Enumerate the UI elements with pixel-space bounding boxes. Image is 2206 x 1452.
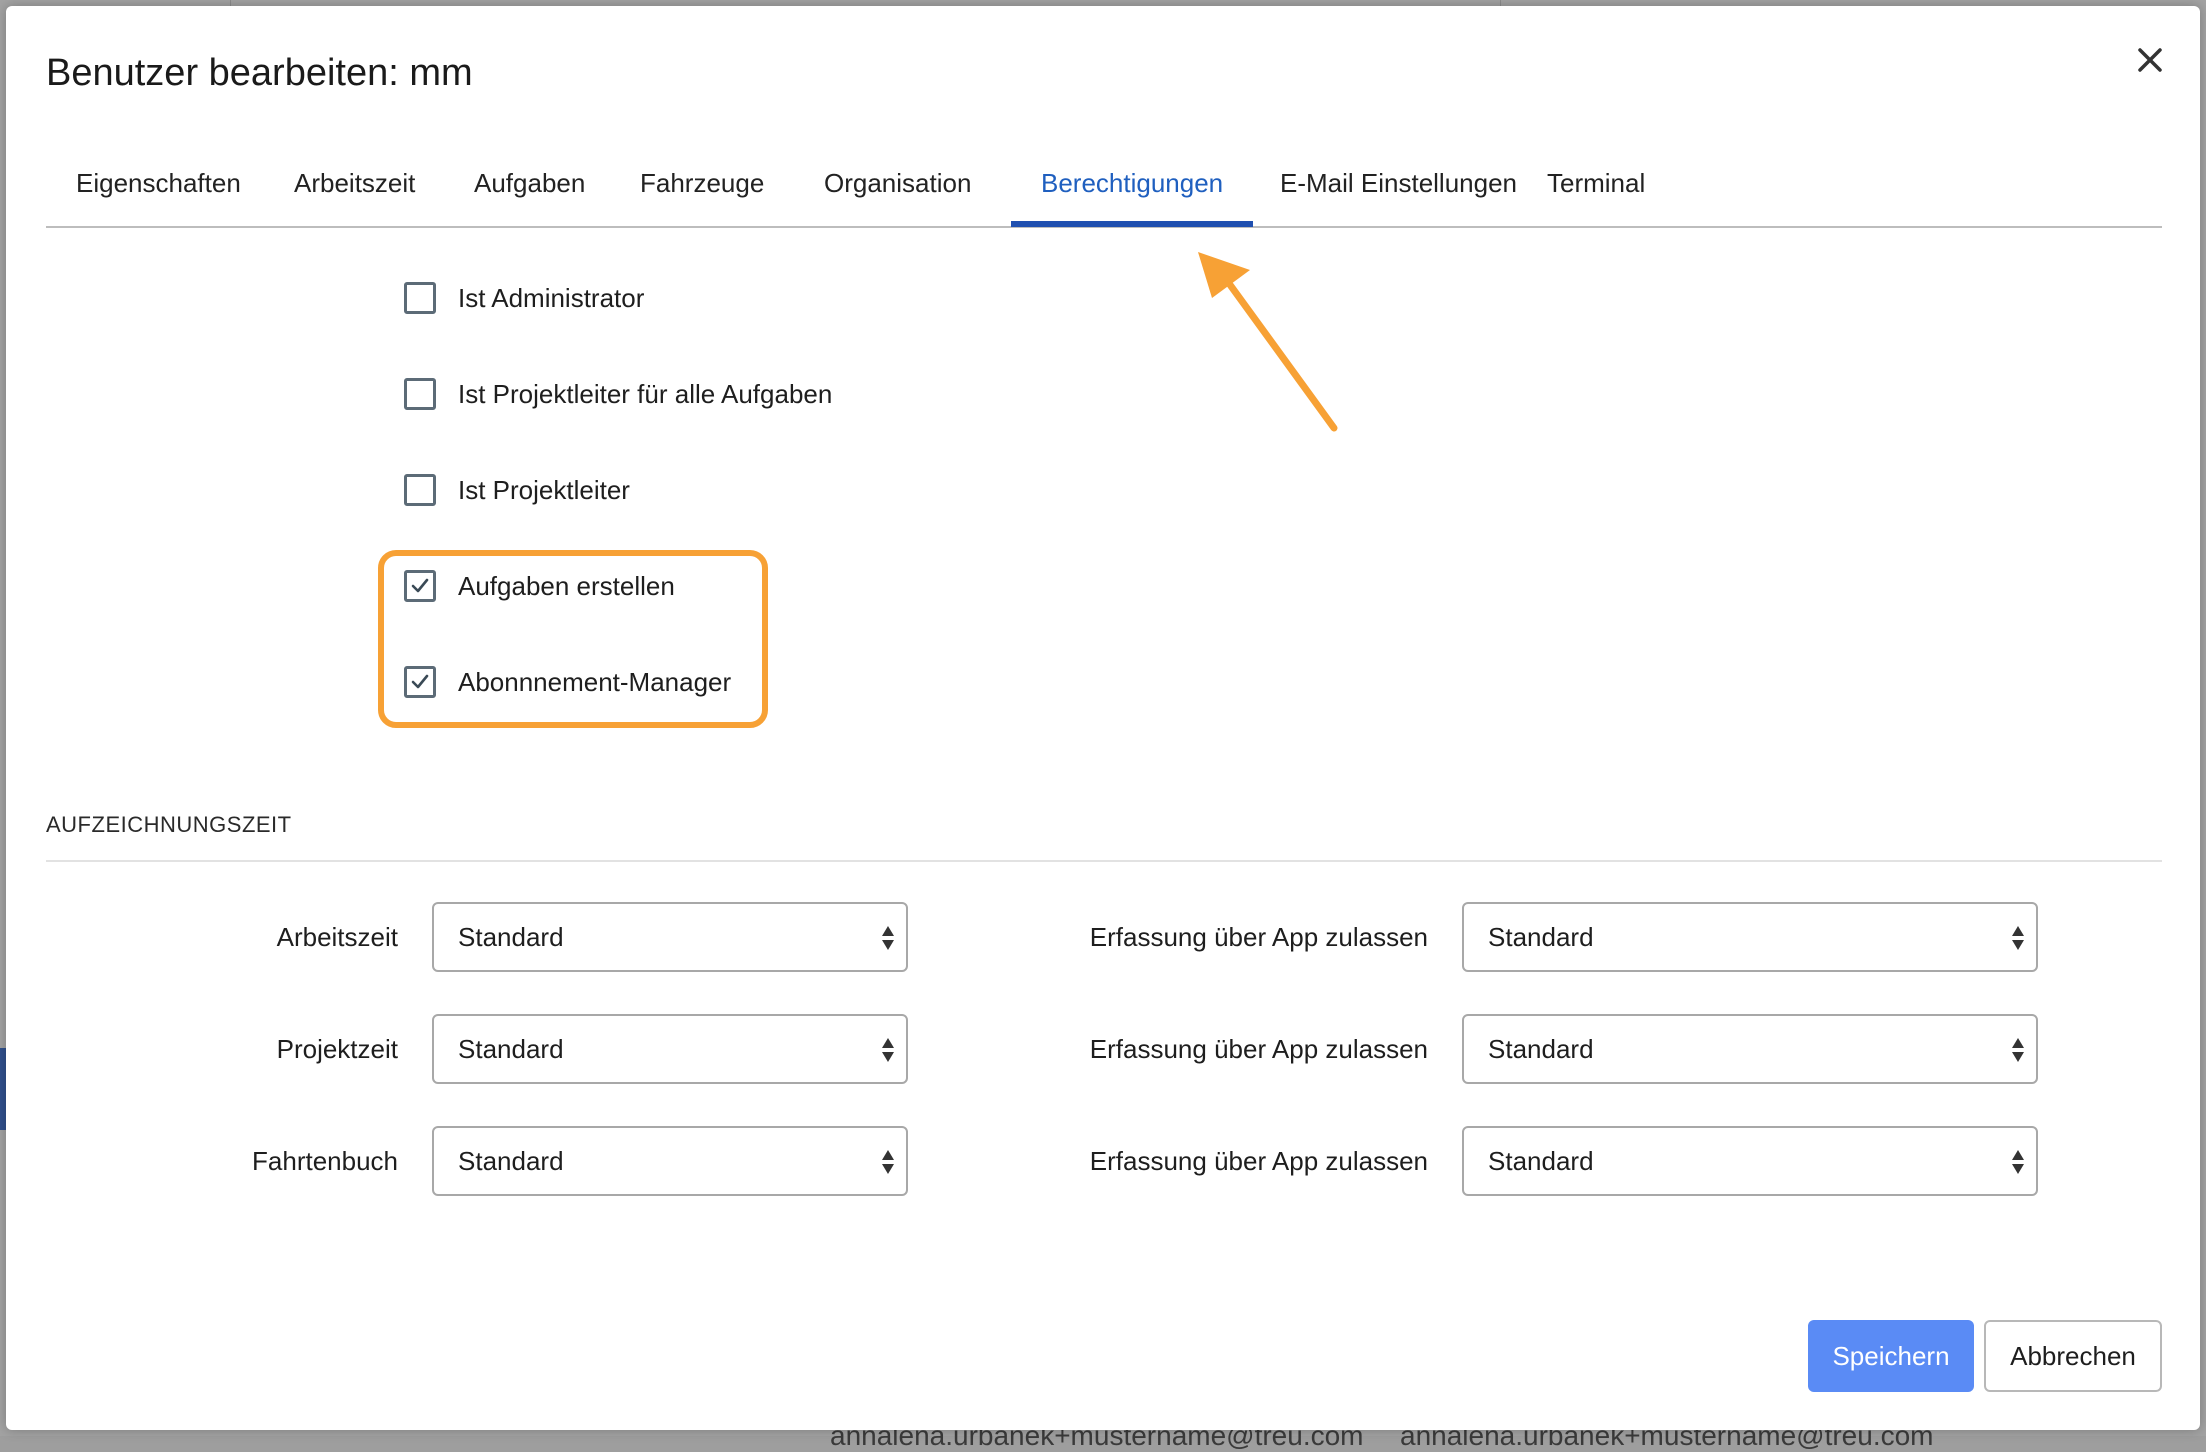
permission-label: Ist Projektleiter für alle Aufgaben <box>458 378 833 409</box>
tab-berechtigungen[interactable]: Berechtigungen <box>1011 166 1254 227</box>
checkmark-icon <box>411 578 429 593</box>
permission-label: Ist Administrator <box>458 282 645 313</box>
permission-create-tasks[interactable]: Aufgaben erstellen <box>404 566 675 606</box>
tab-bar: Eigenschaften Arbeitszeit Aufgaben Fahrz… <box>46 156 2162 228</box>
checkmark-icon <box>411 674 429 689</box>
select-arbeitszeit[interactable]: Standard <box>432 902 908 972</box>
save-button[interactable]: Speichern <box>1808 1320 1974 1392</box>
select-fahrtenbuch[interactable]: Standard <box>432 1126 908 1196</box>
select-arrows-icon <box>2012 1150 2024 1174</box>
select-value: Standard <box>1488 1034 1594 1064</box>
select-arrows-icon <box>2012 926 2024 950</box>
label-app-erfassung: Erfassung über App zulassen <box>1089 1146 1428 1176</box>
select-value: Standard <box>1488 1146 1594 1176</box>
modal-title: Benutzer bearbeiten: mm <box>46 52 473 94</box>
permission-project-lead[interactable]: Ist Projektleiter <box>404 470 630 510</box>
select-projektzeit[interactable]: Standard <box>432 1014 908 1084</box>
permission-admin[interactable]: Ist Administrator <box>404 278 644 318</box>
select-value: Standard <box>458 1146 564 1176</box>
checkbox-unchecked[interactable] <box>404 474 436 506</box>
edit-user-modal: Benutzer bearbeiten: mm Eigenschaften Ar… <box>6 6 2200 1430</box>
select-value: Standard <box>458 922 564 952</box>
label-projektzeit: Projektzeit <box>276 1034 398 1064</box>
label-app-erfassung: Erfassung über App zulassen <box>1089 922 1428 952</box>
label-app-erfassung: Erfassung über App zulassen <box>1089 1034 1428 1064</box>
label-fahrtenbuch: Fahrtenbuch <box>252 1146 398 1176</box>
tab-arbeitszeit[interactable]: Arbeitszeit <box>264 166 445 224</box>
tab-email-einstellungen[interactable]: E-Mail Einstellungen <box>1250 166 1547 224</box>
section-title: AUFZEICHNUNGSZEIT <box>46 812 292 837</box>
cancel-button[interactable]: Abbrechen <box>1984 1320 2162 1392</box>
close-icon <box>2138 48 2162 72</box>
permission-label: Aufgaben erstellen <box>458 570 675 601</box>
permission-label: Abonnnement-Manager <box>458 666 732 697</box>
select-app-arbeitszeit[interactable]: Standard <box>1462 902 2038 972</box>
checkbox-unchecked[interactable] <box>404 378 436 410</box>
permission-label: Ist Projektleiter <box>458 474 630 505</box>
annotation-arrow-icon <box>1198 252 1338 432</box>
select-arrows-icon <box>882 1038 894 1062</box>
tab-terminal[interactable]: Terminal <box>1517 166 1675 224</box>
select-value: Standard <box>1488 922 1594 952</box>
select-arrows-icon <box>882 1150 894 1174</box>
section-divider <box>46 860 2162 862</box>
label-arbeitszeit: Arbeitszeit <box>276 922 398 952</box>
checkbox-checked[interactable] <box>404 570 436 602</box>
permission-subscription-manager[interactable]: Abonnnement-Manager <box>404 662 731 702</box>
select-value: Standard <box>458 1034 564 1064</box>
select-app-projektzeit[interactable]: Standard <box>1462 1014 2038 1084</box>
tab-organisation[interactable]: Organisation <box>794 166 1001 224</box>
checkbox-checked[interactable] <box>404 666 436 698</box>
select-app-fahrtenbuch[interactable]: Standard <box>1462 1126 2038 1196</box>
checkbox-unchecked[interactable] <box>404 282 436 314</box>
select-arrows-icon <box>2012 1038 2024 1062</box>
tab-fahrzeuge[interactable]: Fahrzeuge <box>610 166 794 224</box>
tab-aufgaben[interactable]: Aufgaben <box>444 166 615 224</box>
select-arrows-icon <box>882 926 894 950</box>
close-button[interactable] <box>2130 40 2170 80</box>
permission-project-lead-all[interactable]: Ist Projektleiter für alle Aufgaben <box>404 374 832 414</box>
tab-eigenschaften[interactable]: Eigenschaften <box>46 166 271 224</box>
